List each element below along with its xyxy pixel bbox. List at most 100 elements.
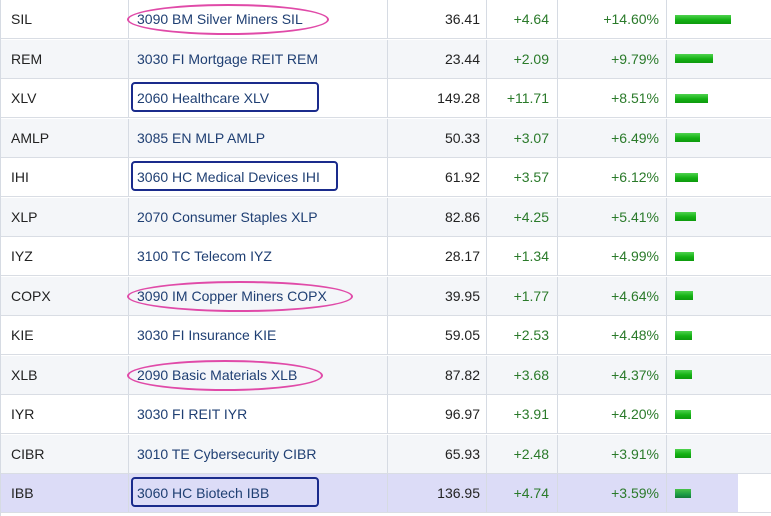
name-cell[interactable]: 3090 BM Silver Miners SIL [129,0,388,38]
name-cell[interactable]: 3060 HC Medical Devices IHI [129,158,388,196]
pct-change-bar [675,291,693,300]
symbol-cell[interactable]: COPX [1,276,129,315]
pct-change-cell: +4.48% [558,316,667,354]
last-price-cell: 59.05 [388,316,487,354]
change-cell: +1.34 [487,237,558,275]
change-cell: +4.74 [487,474,558,512]
bar-cell [667,40,771,78]
table-row[interactable]: IYZ 3100 TC Telecom IYZ 28.17 +1.34 +4.99% [1,237,771,276]
symbol-cell[interactable]: XLB [1,355,129,394]
name-cell[interactable]: 3030 FI Mortgage REIT REM [129,39,388,78]
last-price-cell: 87.82 [388,355,487,394]
bar-cell [667,0,771,38]
symbol-cell[interactable]: IHI [1,158,129,196]
table-row[interactable]: AMLP 3085 EN MLP AMLP 50.33 +3.07 +6.49% [1,118,771,158]
name-cell[interactable]: 3100 TC Telecom IYZ [129,237,388,275]
name-cell[interactable]: 3060 HC Biotech IBB [129,474,388,512]
bar-cell [667,198,771,236]
bar-cell [667,474,771,512]
bar-cell [667,316,771,354]
change-cell: +4.25 [487,197,558,236]
last-price-cell: 65.93 [388,434,487,473]
bar-cell [667,119,771,157]
name-cell[interactable]: 2060 Healthcare XLV [129,79,388,117]
table-row[interactable]: XLB 2090 Basic Materials XLB 87.82 +3.68 +4.… [1,355,771,395]
change-cell: +2.53 [487,316,558,354]
security-name-link[interactable]: 2090 Basic Materials XLB [137,367,297,383]
last-price-cell: 50.33 [388,118,487,157]
table-row[interactable]: XLP 2070 Consumer Staples XLP 82.86 +4.25 +5… [1,197,771,237]
bar-cell [667,237,771,275]
performance-table: SIL 3090 BM Silver Miners SIL 36.41 +4.64 +1… [0,0,771,516]
last-price-cell: 149.28 [388,79,487,117]
symbol-cell[interactable]: IYZ [1,237,129,275]
symbol-cell[interactable]: AMLP [1,118,129,157]
change-cell: +4.64 [487,0,558,38]
pct-change-bar [675,172,698,182]
name-cell[interactable]: 3085 EN MLP AMLP [129,118,388,157]
symbol-cell[interactable]: SIL [1,0,129,38]
bar-cell [667,356,771,394]
last-price-cell: 23.44 [388,39,487,78]
last-price-cell: 39.95 [388,276,487,315]
table-row[interactable]: KIE 3030 FI Insurance KIE 59.05 +2.53 +4.48% [1,316,771,355]
last-price-cell: 82.86 [388,197,487,236]
security-name-link[interactable]: 3090 BM Silver Miners SIL [137,11,303,27]
table-row[interactable]: IHI 3060 HC Medical Devices IHI 61.92 +3.57… [1,158,771,197]
pct-change-bar [675,212,696,221]
security-name-link[interactable]: 2070 Consumer Staples XLP [137,209,318,225]
security-name-link[interactable]: 3030 FI Insurance KIE [137,327,276,343]
symbol-cell[interactable]: REM [1,39,129,78]
pct-change-cell: +14.60% [558,0,667,38]
security-name-link[interactable]: 3060 HC Biotech IBB [137,485,269,501]
pct-change-cell: +4.37% [558,355,667,394]
security-name-link[interactable]: 3100 TC Telecom IYZ [137,248,272,264]
table-row[interactable]: IBB 3060 HC Biotech IBB 136.95 +4.74 +3.59% [1,474,771,513]
symbol-cell[interactable]: CIBR [1,434,129,473]
change-cell: +3.91 [487,395,558,433]
symbol-cell[interactable]: XLV [1,79,129,117]
pct-change-bar [675,488,691,498]
change-cell: +3.57 [487,158,558,196]
table-row[interactable]: CIBR 3010 TE Cybersecurity CIBR 65.93 +2.48… [1,434,771,474]
bar-cell [667,435,771,473]
name-cell[interactable]: 3090 IM Copper Miners COPX [129,276,388,315]
symbol-cell[interactable]: XLP [1,197,129,236]
security-name-link[interactable]: 3030 FI Mortgage REIT REM [137,51,318,67]
table-row[interactable]: COPX 3090 IM Copper Miners COPX 39.95 +1.77… [1,276,771,316]
last-price-cell: 36.41 [388,0,487,38]
pct-change-bar [675,409,691,419]
security-name-link[interactable]: 3030 FI REIT IYR [137,406,247,422]
name-cell[interactable]: 3030 FI REIT IYR [129,395,388,433]
change-cell: +1.77 [487,276,558,315]
table-row[interactable]: IYR 3030 FI REIT IYR 96.97 +3.91 +4.20% [1,395,771,434]
table-row[interactable]: XLV 2060 Healthcare XLV 149.28 +11.71 +8.51% [1,79,771,118]
pct-change-bar [675,330,692,340]
pct-change-cell: +8.51% [558,79,667,117]
name-cell[interactable]: 2090 Basic Materials XLB [129,355,388,394]
symbol-cell[interactable]: IYR [1,395,129,433]
name-cell[interactable]: 3010 TE Cybersecurity CIBR [129,434,388,473]
bar-cell [667,79,771,117]
security-name-link[interactable]: 3060 HC Medical Devices IHI [137,169,320,185]
change-cell: +2.48 [487,434,558,473]
table-row[interactable]: SIL 3090 BM Silver Miners SIL 36.41 +4.64 +1… [1,0,771,39]
pct-change-cell: +4.64% [558,276,667,315]
pct-change-bar [675,54,713,63]
symbol-cell[interactable]: KIE [1,316,129,354]
symbol-cell[interactable]: IBB [1,474,129,512]
change-cell: +2.09 [487,39,558,78]
last-price-cell: 28.17 [388,237,487,275]
security-name-link[interactable]: 2060 Healthcare XLV [137,90,269,106]
pct-change-cell: +3.59% [558,474,667,512]
name-cell[interactable]: 3030 FI Insurance KIE [129,316,388,354]
table-row[interactable]: REM 3030 FI Mortgage REIT REM 23.44 +2.09 +9… [1,39,771,79]
security-name-link[interactable]: 3010 TE Cybersecurity CIBR [137,446,316,462]
last-price-cell: 96.97 [388,395,487,433]
bar-cell [667,395,771,433]
bar-cell [667,277,771,315]
name-cell[interactable]: 2070 Consumer Staples XLP [129,197,388,236]
security-name-link[interactable]: 3090 IM Copper Miners COPX [137,288,327,304]
security-name-link[interactable]: 3085 EN MLP AMLP [137,130,265,146]
pct-change-bar [675,449,691,458]
